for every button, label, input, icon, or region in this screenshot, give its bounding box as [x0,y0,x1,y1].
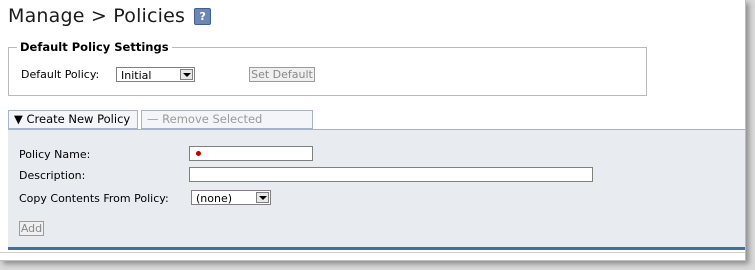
minus-icon: — [147,112,159,126]
copy-contents-select[interactable]: (none) [191,190,271,205]
footer-divider [0,252,745,253]
page-header: Manage > Policies ? [8,4,212,28]
page-title: Manage > Policies [8,5,186,27]
copy-contents-value: (none) [196,192,233,205]
policy-name-label: Policy Name: [19,148,91,161]
create-new-policy-label: Create New Policy [26,112,131,126]
default-policy-settings: Default Policy Settings [8,40,647,96]
add-button[interactable]: Add [19,221,44,236]
default-policy-value: Initial [121,69,152,82]
default-policy-settings-legend: Default Policy Settings [20,40,169,54]
default-policy-label: Default Policy: [21,68,100,81]
create-policy-panel [8,129,745,250]
triangle-down-icon: ▼ [14,112,23,126]
chevron-down-icon[interactable] [180,69,193,80]
required-indicator-icon [196,151,201,156]
set-default-button[interactable]: Set Default [249,67,315,82]
remove-selected-policies-button[interactable]: — Remove Selected Policies [141,110,313,143]
panel-divider [8,247,745,250]
description-label: Description: [19,169,86,182]
description-input[interactable] [189,167,593,182]
chevron-down-icon[interactable] [256,192,269,203]
create-new-policy-button[interactable]: ▼ Create New Policy [8,110,138,129]
default-policy-select[interactable]: Initial [116,67,195,82]
policies-page: Manage > Policies ? Default Policy Setti… [0,0,746,261]
policy-name-input[interactable] [189,146,313,161]
copy-contents-label: Copy Contents From Policy: [19,192,169,205]
help-icon[interactable]: ? [194,7,212,25]
